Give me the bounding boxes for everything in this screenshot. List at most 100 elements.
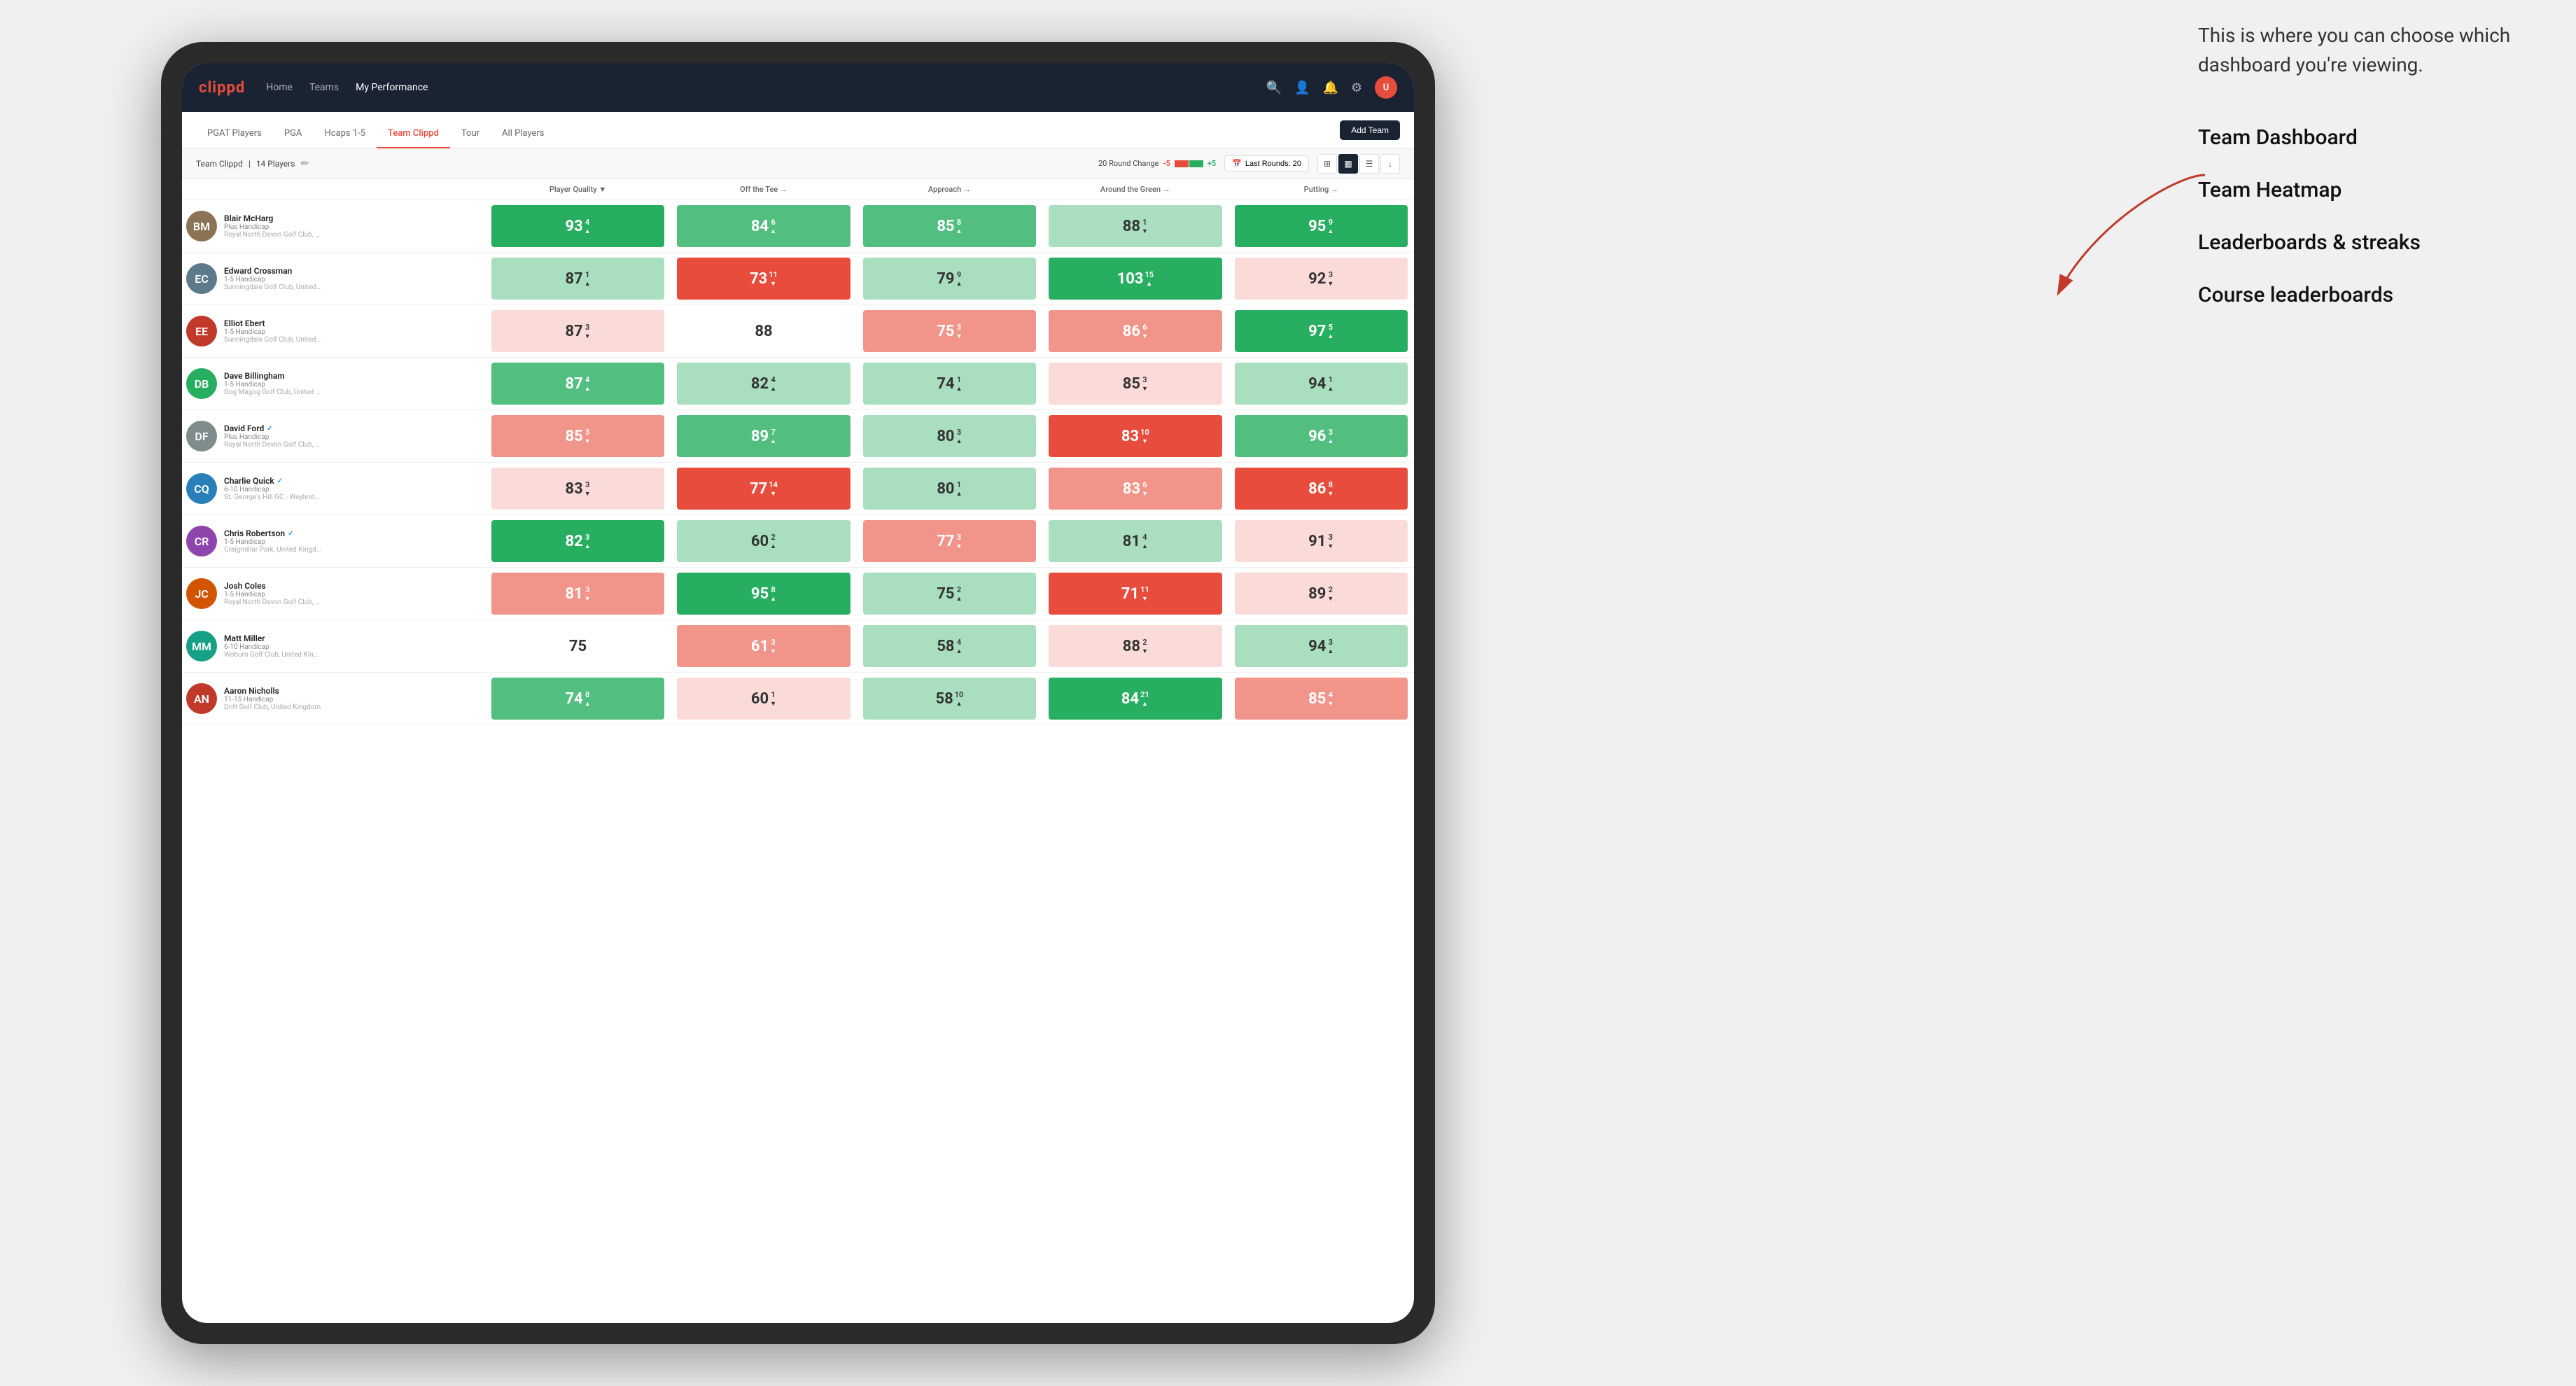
bell-icon[interactable]: 🔔	[1322, 80, 1338, 95]
player-club: Royal North Devon Golf Club, United King…	[224, 441, 322, 449]
list-view-button[interactable]: ☰	[1359, 154, 1379, 174]
grid-view-button[interactable]: ⊞	[1317, 154, 1337, 174]
stat-value-container: 77 14▼	[677, 468, 850, 510]
stat-value-container: 86 8▼	[1235, 468, 1408, 510]
stat-value: 60	[751, 690, 769, 708]
tab-team-clippd[interactable]: Team Clippd	[377, 128, 450, 148]
verified-icon: ✓	[267, 425, 272, 433]
stat-value: 91	[1308, 533, 1326, 550]
col-header-putting[interactable]: Putting →	[1228, 179, 1414, 200]
bar-red	[1175, 160, 1189, 167]
table-row[interactable]: EC Edward Crossman 1-5 Handicap Sunningd…	[182, 253, 1414, 305]
stat-cell-approach: 85 8▲	[857, 200, 1042, 253]
annotation-text: This is where you can choose which dashb…	[2198, 21, 2562, 80]
last-rounds-button[interactable]: 📅 Last Rounds: 20	[1224, 155, 1309, 172]
stat-change: 4▲	[584, 218, 591, 235]
stat-cell-approach: 80 1▲	[857, 463, 1042, 515]
nav-my-performance[interactable]: My Performance	[356, 82, 428, 93]
player-cell-6: CR Chris Robertson ✓ 1-5 Handicap Craigm…	[182, 515, 485, 568]
stat-change: 14▼	[769, 480, 778, 498]
stat-value-container: 94 3▲	[1235, 625, 1408, 667]
stat-value-container: 88 1▼	[1049, 205, 1222, 247]
stat-change: 3▲	[1327, 638, 1334, 655]
table-area[interactable]: Player Quality ▼ Off the Tee → Approach …	[182, 179, 1414, 1323]
download-button[interactable]: ↓	[1380, 154, 1400, 174]
stat-value-container: 75 3▼	[863, 310, 1036, 352]
table-row[interactable]: MM Matt Miller 6-10 Handicap Woburn Golf…	[182, 620, 1414, 673]
stat-value-container: 88 2▼	[1049, 625, 1222, 667]
team-bar-left: Team Clippd | 14 Players ✏	[196, 158, 309, 169]
stat-change: 1▲	[956, 480, 962, 498]
table-row[interactable]: CR Chris Robertson ✓ 1-5 Handicap Craigm…	[182, 515, 1414, 568]
stat-cell-around_green: 71 11▼	[1042, 568, 1228, 620]
tab-hcaps[interactable]: Hcaps 1-5	[313, 128, 377, 148]
stat-value: 82	[751, 375, 769, 393]
edit-icon[interactable]: ✏	[300, 158, 309, 169]
player-avatar: EE	[186, 316, 217, 346]
stat-change: 3▼	[584, 428, 591, 445]
stat-value-container: 87 4▲	[491, 363, 664, 405]
table-row[interactable]: JC Josh Coles 1-5 Handicap Royal North D…	[182, 568, 1414, 620]
add-team-button[interactable]: Add Team	[1340, 120, 1400, 140]
stat-value: 82	[565, 533, 582, 550]
stat-value-container: 84 21▲	[1049, 678, 1222, 720]
stat-change: 9▲	[956, 270, 962, 288]
nav-teams[interactable]: Teams	[309, 82, 339, 93]
tab-all-players[interactable]: All Players	[491, 128, 555, 148]
nav-home[interactable]: Home	[266, 82, 293, 93]
table-row[interactable]: DB Dave Billingham 1-5 Handicap Gog Mago…	[182, 358, 1414, 410]
verified-icon: ✓	[288, 530, 293, 538]
col-header-player-quality[interactable]: Player Quality ▼	[485, 179, 671, 200]
stat-change: 3▲	[1327, 428, 1334, 445]
player-cell-8: MM Matt Miller 6-10 Handicap Woburn Golf…	[182, 620, 485, 673]
last-rounds-label: Last Rounds: 20	[1245, 160, 1301, 168]
stat-value: 103	[1117, 270, 1144, 288]
player-avatar: AN	[186, 683, 217, 714]
stat-value-container: 83 10▼	[1049, 415, 1222, 457]
tab-pga[interactable]: PGA	[273, 128, 314, 148]
change-minus: -5	[1163, 159, 1170, 168]
settings-icon[interactable]: ⚙	[1351, 80, 1362, 95]
stat-cell-around_green: 81 4▲	[1042, 515, 1228, 568]
navbar-nav: Home Teams My Performance	[266, 82, 1266, 93]
separator: |	[248, 159, 251, 169]
table-row[interactable]: CQ Charlie Quick ✓ 6-10 Handicap St. Geo…	[182, 463, 1414, 515]
player-avatar: JC	[186, 578, 217, 609]
stat-change: 8▲	[584, 690, 591, 708]
user-icon[interactable]: 👤	[1294, 80, 1310, 95]
stat-change: 10▲	[955, 690, 964, 708]
table-row[interactable]: DF David Ford ✓ Plus Handicap Royal Nort…	[182, 410, 1414, 463]
stat-value: 83	[565, 480, 582, 498]
stat-value: 75	[569, 638, 587, 655]
player-handicap: 6-10 Handicap	[224, 486, 481, 493]
col-header-around-green[interactable]: Around the Green →	[1042, 179, 1228, 200]
player-name: Elliot Ebert	[224, 318, 481, 328]
table-row[interactable]: BM Blair McHarg Plus Handicap Royal Nort…	[182, 200, 1414, 253]
stat-value: 88	[1123, 218, 1140, 235]
player-info: Aaron Nicholls 11-15 Handicap Drift Golf…	[224, 686, 481, 711]
player-handicap: 11-15 Handicap	[224, 696, 481, 704]
col-header-off-tee[interactable]: Off the Tee →	[671, 179, 856, 200]
player-avatar: CR	[186, 526, 217, 556]
stat-value-container: 60 2▲	[677, 520, 850, 562]
table-row[interactable]: EE Elliot Ebert 1-5 Handicap Sunningdale…	[182, 305, 1414, 358]
stat-cell-approach: 75 2▲	[857, 568, 1042, 620]
player-club: Craigmillar Park, United Kingdom	[224, 546, 322, 554]
tab-tour[interactable]: Tour	[450, 128, 491, 148]
stat-cell-around_green: 84 21▲	[1042, 673, 1228, 725]
heatmap-view-button[interactable]: ▦	[1338, 154, 1358, 174]
stat-value-container: 83 6▼	[1049, 468, 1222, 510]
avatar[interactable]: U	[1375, 76, 1397, 99]
search-icon[interactable]: 🔍	[1266, 80, 1282, 95]
table-row[interactable]: AN Aaron Nicholls 11-15 Handicap Drift G…	[182, 673, 1414, 725]
tablet-screen: clippd Home Teams My Performance 🔍 👤 🔔 ⚙…	[182, 63, 1414, 1323]
stat-change: 3▼	[1327, 533, 1334, 550]
stat-change: 3▲	[956, 428, 962, 445]
player-handicap: 1-5 Handicap	[224, 381, 481, 388]
stat-change: 2▼	[1142, 638, 1148, 655]
tab-pgat-players[interactable]: PGAT Players	[196, 128, 273, 148]
player-cell-0: BM Blair McHarg Plus Handicap Royal Nort…	[182, 200, 485, 253]
col-header-approach[interactable]: Approach →	[857, 179, 1042, 200]
stat-value: 84	[1121, 690, 1139, 708]
stat-cell-putting: 86 8▼	[1228, 463, 1414, 515]
